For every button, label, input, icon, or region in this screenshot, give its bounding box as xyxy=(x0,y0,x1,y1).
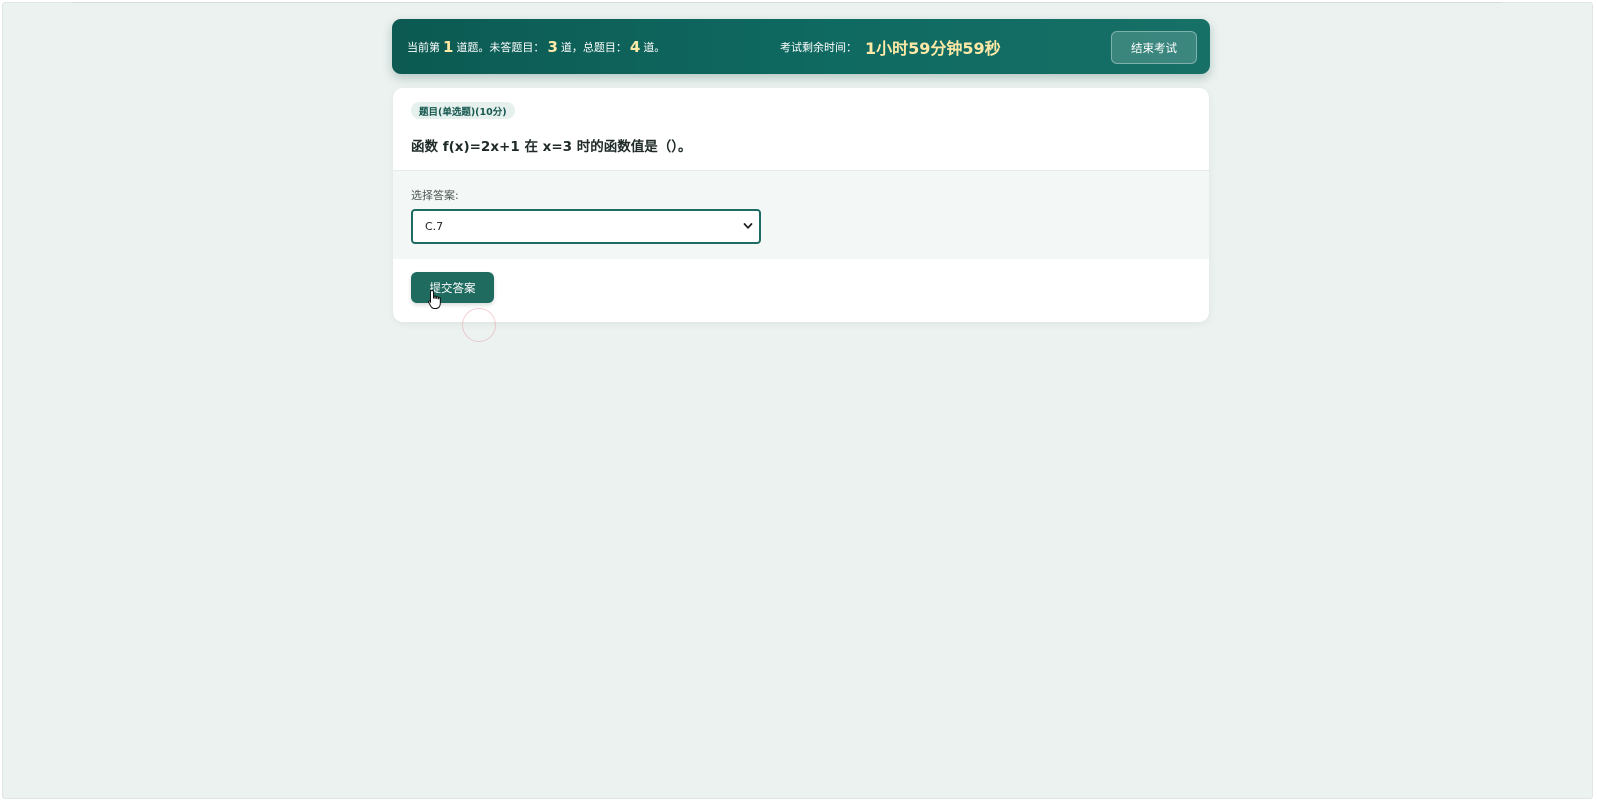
timer-label: 考试剩余时间： xyxy=(780,40,857,54)
timer-value: 1小时59分钟59秒 xyxy=(865,38,1001,58)
total-count: 4 xyxy=(629,37,641,56)
answer-selected-value: C.7 xyxy=(425,220,444,233)
question-text: 函数 f(x)=2x+1 在 x=3 时的函数值是（）。 xyxy=(411,139,692,155)
progress-after-unanswered: 道，总题目： xyxy=(560,40,627,54)
progress-after-current: 道题。未答题目： xyxy=(456,40,545,54)
unanswered-count: 3 xyxy=(547,37,558,56)
hand-cursor-icon xyxy=(427,289,441,309)
exam-header: 当前第 1 道题。未答题目： 3 道，总题目： 4 道。 考试剩余时间： 1小时… xyxy=(392,19,1210,74)
exam-timer: 考试剩余时间： 1小时59分钟59秒 xyxy=(780,19,1001,74)
end-exam-button[interactable]: 结束考试 xyxy=(1111,31,1197,64)
progress-prefix: 当前第 xyxy=(407,40,440,54)
question-card: 题目(单选题)(10分) 函数 f(x)=2x+1 在 x=3 时的函数值是（）… xyxy=(393,88,1209,322)
answer-label: 选择答案: xyxy=(411,189,459,202)
progress-suffix: 道。 xyxy=(643,40,666,54)
submit-answer-button[interactable]: 提交答案 xyxy=(411,272,494,303)
chevron-down-icon xyxy=(743,223,753,229)
progress-info: 当前第 1 道题。未答题目： 3 道，总题目： 4 道。 xyxy=(407,19,665,74)
click-ripple xyxy=(462,308,496,342)
browser-top-edge xyxy=(72,0,1502,3)
answer-select[interactable]: C.7 xyxy=(411,209,761,244)
answer-section: 选择答案: C.7 xyxy=(393,170,1209,259)
question-type-badge: 题目(单选题)(10分) xyxy=(411,102,515,119)
current-question-number: 1 xyxy=(443,37,454,56)
